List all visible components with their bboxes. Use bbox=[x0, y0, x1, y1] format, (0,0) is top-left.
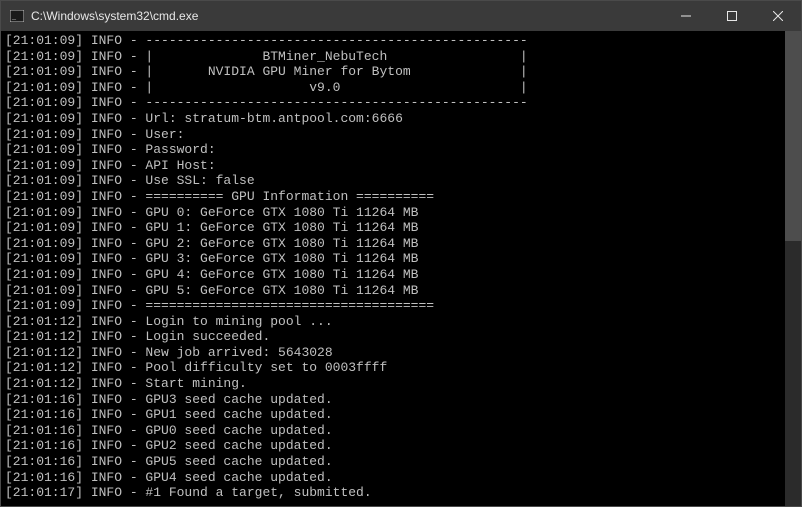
log-line: [21:01:09] INFO - | BTMiner_NebuTech | bbox=[5, 49, 797, 65]
log-line: [21:01:09] INFO - API Host: bbox=[5, 158, 797, 174]
log-line: [21:01:16] INFO - GPU1 seed cache update… bbox=[5, 407, 797, 423]
scroll-thumb[interactable] bbox=[785, 31, 801, 241]
scrollbar[interactable] bbox=[785, 31, 801, 506]
log-line: [21:01:09] INFO - GPU 1: GeForce GTX 108… bbox=[5, 220, 797, 236]
terminal-area[interactable]: [21:01:09] INFO - ----------------------… bbox=[1, 31, 801, 506]
log-line: [21:01:09] INFO - | NVIDIA GPU Miner for… bbox=[5, 64, 797, 80]
log-line: [21:01:09] INFO - User: bbox=[5, 127, 797, 143]
log-line: [21:01:12] INFO - Login to mining pool .… bbox=[5, 314, 797, 330]
log-line: [21:01:09] INFO - GPU 0: GeForce GTX 108… bbox=[5, 205, 797, 221]
log-line: [21:01:09] INFO - GPU 2: GeForce GTX 108… bbox=[5, 236, 797, 252]
log-line: [21:01:09] INFO - ======================… bbox=[5, 298, 797, 314]
log-line: [21:01:09] INFO - Use SSL: false bbox=[5, 173, 797, 189]
log-line: [21:01:12] INFO - New job arrived: 56430… bbox=[5, 345, 797, 361]
log-line: [21:01:16] INFO - GPU5 seed cache update… bbox=[5, 454, 797, 470]
log-line: [21:01:09] INFO - GPU 4: GeForce GTX 108… bbox=[5, 267, 797, 283]
cmd-icon: _ bbox=[9, 8, 25, 24]
window-controls bbox=[663, 1, 801, 31]
log-line: [21:01:09] INFO - ----------------------… bbox=[5, 95, 797, 111]
log-line: [21:01:09] INFO - ========== GPU Informa… bbox=[5, 189, 797, 205]
log-line: [21:01:16] INFO - GPU2 seed cache update… bbox=[5, 438, 797, 454]
log-line: [21:01:09] INFO - GPU 5: GeForce GTX 108… bbox=[5, 283, 797, 299]
log-line: [21:01:09] INFO - Password: bbox=[5, 142, 797, 158]
close-button[interactable] bbox=[755, 1, 801, 31]
log-line: [21:01:16] INFO - GPU0 seed cache update… bbox=[5, 423, 797, 439]
maximize-button[interactable] bbox=[709, 1, 755, 31]
log-line: [21:01:12] INFO - Start mining. bbox=[5, 376, 797, 392]
terminal-output: [21:01:09] INFO - ----------------------… bbox=[5, 33, 797, 501]
log-line: [21:01:16] INFO - GPU3 seed cache update… bbox=[5, 392, 797, 408]
log-line: [21:01:09] INFO - GPU 3: GeForce GTX 108… bbox=[5, 251, 797, 267]
log-line: [21:01:09] INFO - Url: stratum-btm.antpo… bbox=[5, 111, 797, 127]
log-line: [21:01:12] INFO - Login succeeded. bbox=[5, 329, 797, 345]
log-line: [21:01:17] INFO - #1 Found a target, sub… bbox=[5, 485, 797, 501]
minimize-button[interactable] bbox=[663, 1, 709, 31]
log-line: [21:01:09] INFO - | v9.0 | bbox=[5, 80, 797, 96]
log-line: [21:01:12] INFO - Pool difficulty set to… bbox=[5, 360, 797, 376]
log-line: [21:01:09] INFO - ----------------------… bbox=[5, 33, 797, 49]
cmd-window: _ C:\Windows\system32\cmd.exe [21:01:09]… bbox=[0, 0, 802, 507]
window-title: C:\Windows\system32\cmd.exe bbox=[31, 9, 663, 23]
log-line: [21:01:16] INFO - GPU4 seed cache update… bbox=[5, 470, 797, 486]
titlebar[interactable]: _ C:\Windows\system32\cmd.exe bbox=[1, 1, 801, 31]
